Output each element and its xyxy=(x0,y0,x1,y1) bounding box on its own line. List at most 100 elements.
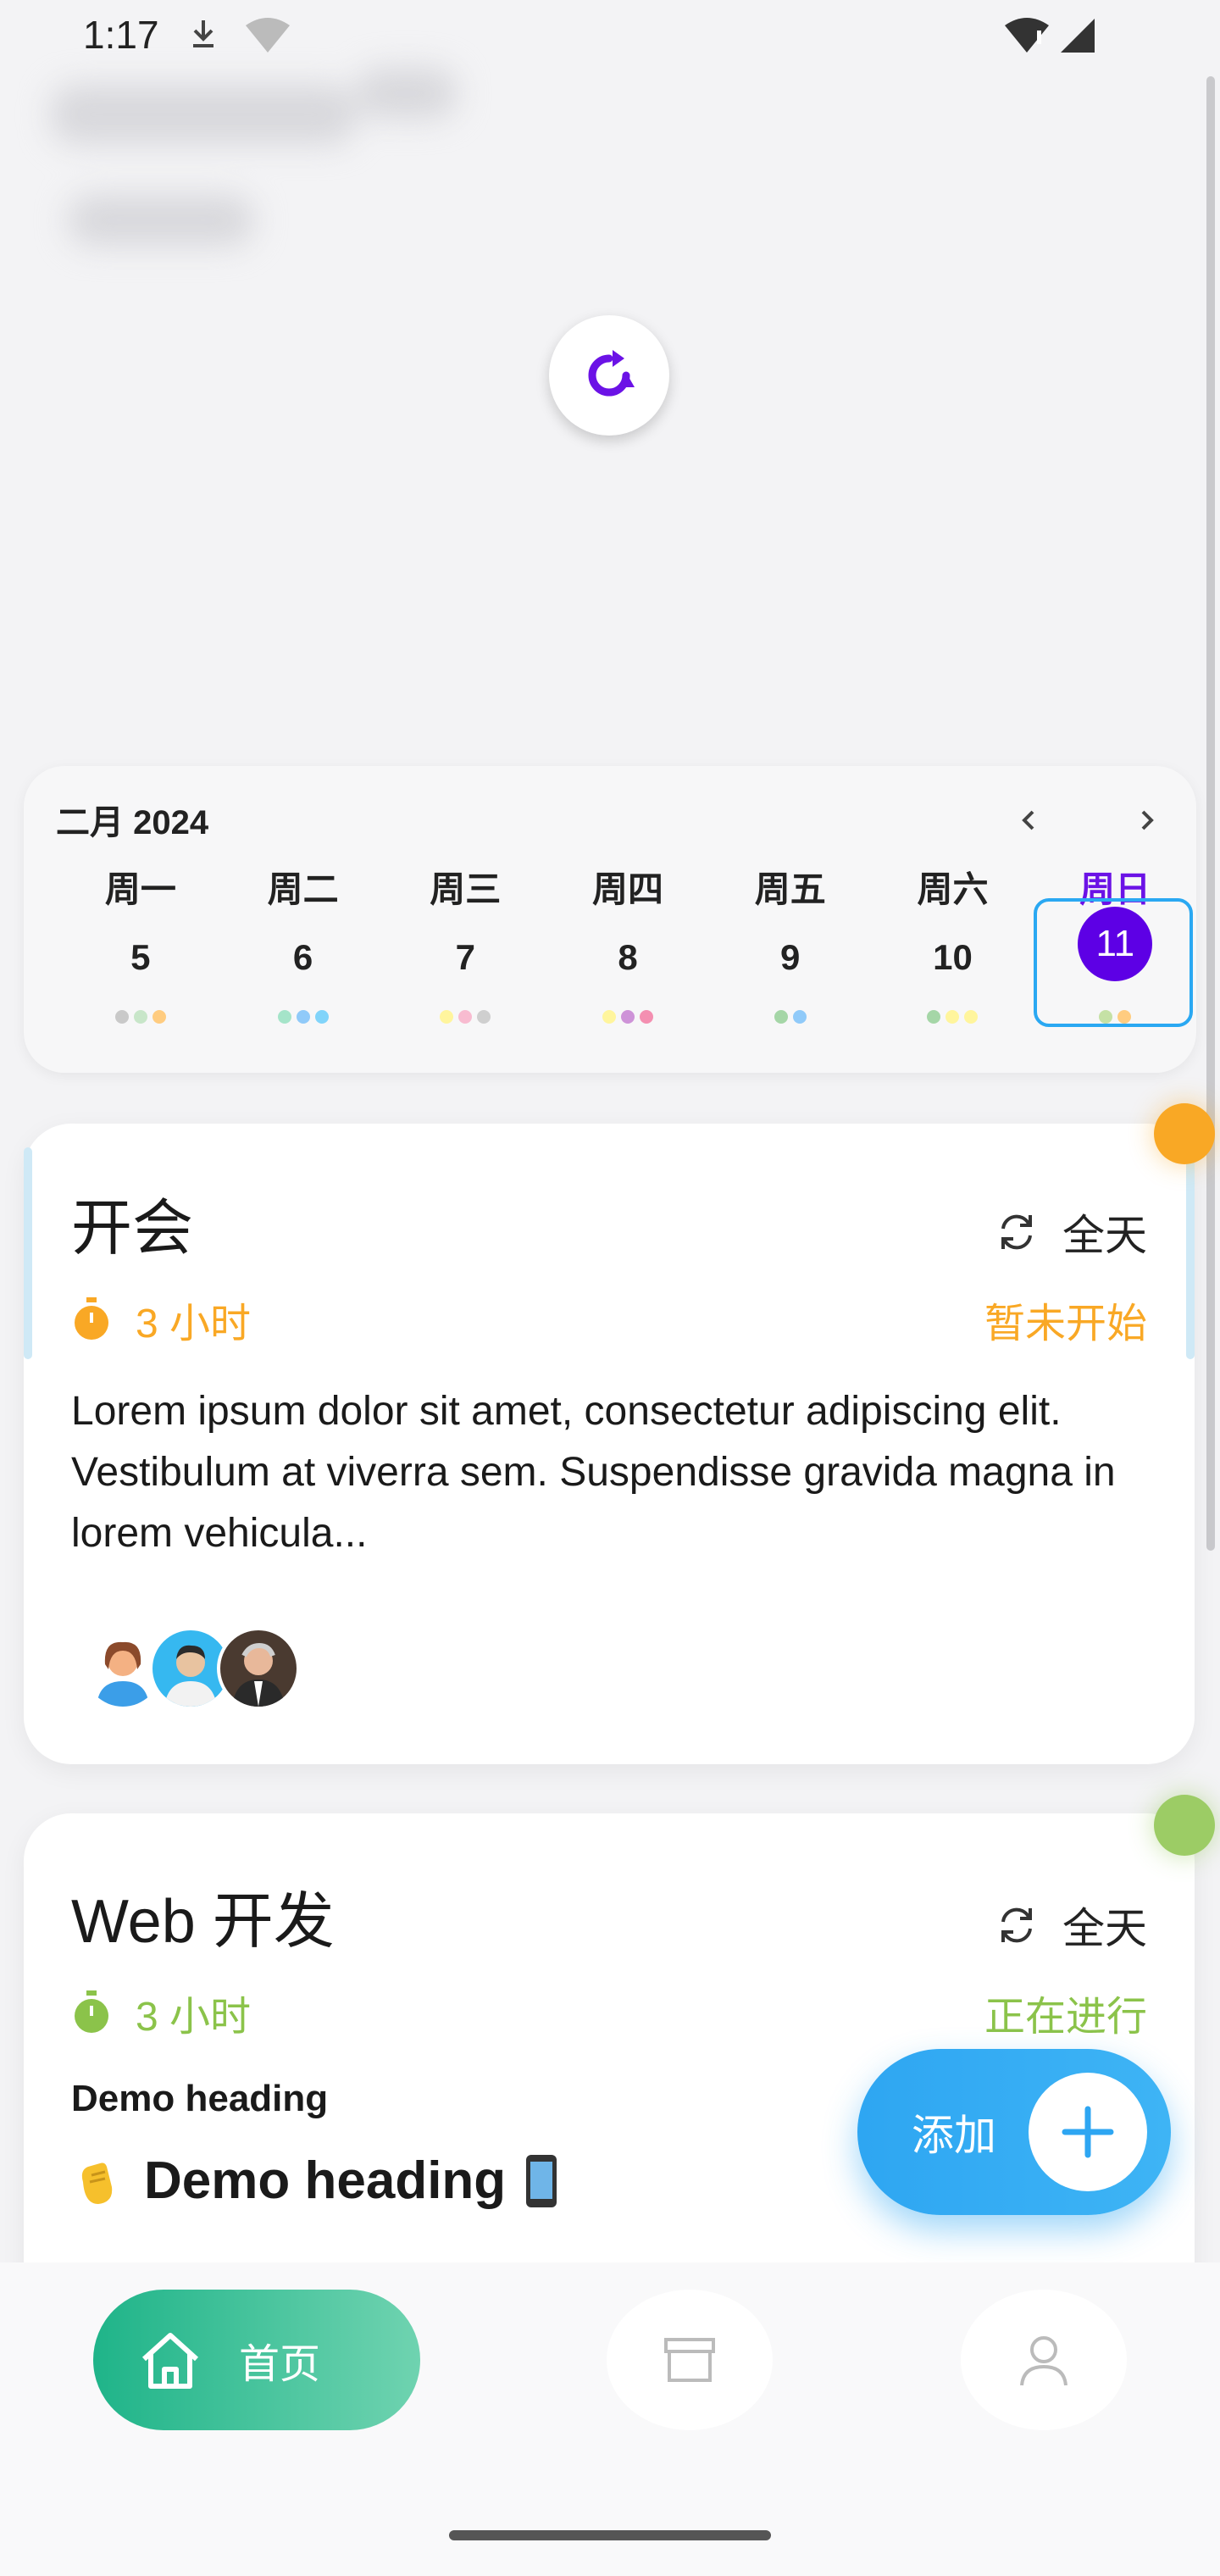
repeat-info: 全天 xyxy=(995,1202,1147,1263)
date-cell[interactable]: 5 xyxy=(59,937,222,1068)
date-number: 9 xyxy=(780,937,801,977)
add-button-label: 添加 xyxy=(912,2112,996,2159)
timer-icon xyxy=(75,1297,108,1340)
date-number: 7 xyxy=(455,937,475,977)
date-number: 10 xyxy=(933,937,973,977)
avatar xyxy=(217,1627,300,1710)
weekday-label: 周四 xyxy=(592,869,664,909)
event-dot xyxy=(477,1010,491,1024)
status-bar: 1:17 xyxy=(0,0,1220,76)
event-dot xyxy=(1117,1010,1132,1024)
participant-avatars[interactable] xyxy=(81,1627,300,1710)
archive-icon xyxy=(664,2338,715,2382)
event-dots xyxy=(546,1010,709,1024)
status-label: 正在进行 xyxy=(984,1995,1147,2040)
duration-label: 3 小时 xyxy=(136,1995,252,2040)
scrollbar[interactable] xyxy=(1206,76,1215,1551)
selected-date-number: 11 xyxy=(1078,907,1153,981)
demo-heading-text: Demo heading xyxy=(144,2151,507,2210)
nav-home-label: 首页 xyxy=(239,2342,321,2387)
week-calendar: 二月 2024 周一 周二 周三 周四 周五 周六 周日 5 6 7 8 9 1… xyxy=(24,766,1196,1073)
weekday-label: 周六 xyxy=(917,869,989,909)
event-description: Lorem ipsum dolor sit amet, consectetur … xyxy=(71,1389,1116,1556)
bottom-navigation: 首页 xyxy=(0,2262,1220,2576)
card-accent xyxy=(1186,1147,1195,1359)
repeat-label: 全天 xyxy=(1062,1212,1147,1259)
wifi-alert-icon xyxy=(1005,18,1049,53)
duration-label: 3 小时 xyxy=(136,1302,252,1346)
weekday-row: 周一 周二 周三 周四 周五 周六 周日 xyxy=(24,861,1196,913)
repeat-label: 全天 xyxy=(1062,1905,1147,1952)
repeat-info: 全天 xyxy=(995,1895,1147,1956)
event-dot xyxy=(114,1010,129,1024)
date-number: 8 xyxy=(618,937,638,977)
weekday-label: 周二 xyxy=(267,869,339,909)
mobile-phone-icon xyxy=(526,2154,557,2207)
status-dot xyxy=(1154,1795,1215,1856)
event-dot xyxy=(792,1010,807,1024)
event-dots xyxy=(59,1010,222,1024)
wifi-off-icon xyxy=(246,18,290,53)
blurred-header xyxy=(51,68,491,271)
calendar-month-label: 二月 2024 xyxy=(56,804,209,841)
weekday-label: 周三 xyxy=(430,869,502,909)
event-card[interactable]: 开会 全天 3 小时 暂未开始 Lorem ipsum dolor sit am… xyxy=(24,1124,1195,1764)
weekday-label: 周一 xyxy=(104,869,176,909)
download-icon xyxy=(193,20,214,47)
home-indicator[interactable] xyxy=(449,2530,771,2540)
status-label: 暂未开始 xyxy=(984,1302,1147,1346)
event-dot xyxy=(927,1010,941,1024)
signal-icon xyxy=(1061,19,1095,53)
timer-icon xyxy=(75,1990,108,2033)
weekday-label: 周五 xyxy=(754,869,826,909)
repeat-icon xyxy=(1001,1907,1032,1943)
refresh-button[interactable] xyxy=(549,315,669,436)
event-dot xyxy=(314,1010,329,1024)
date-number: 6 xyxy=(292,937,313,977)
date-cell[interactable]: 9 xyxy=(709,937,872,1068)
next-week-button[interactable] xyxy=(1122,795,1173,846)
event-dot xyxy=(964,1010,979,1024)
event-dot xyxy=(640,1010,654,1024)
date-cell[interactable]: 7 xyxy=(384,937,546,1068)
demo-heading-large: Demo heading xyxy=(71,2151,560,2211)
date-cell[interactable]: 8 xyxy=(546,937,709,1068)
user-icon xyxy=(1020,2336,1068,2386)
event-dots xyxy=(384,1010,546,1024)
event-dot xyxy=(277,1010,291,1024)
event-title: Web 开发 xyxy=(71,1888,335,1956)
date-number: 5 xyxy=(130,937,151,977)
event-dot xyxy=(946,1010,960,1024)
event-dots xyxy=(1034,1010,1196,1024)
event-dot xyxy=(774,1010,788,1024)
event-dot xyxy=(1099,1010,1113,1024)
repeat-icon xyxy=(1001,1214,1032,1250)
prev-week-button[interactable] xyxy=(1003,795,1054,846)
event-dots xyxy=(222,1010,385,1024)
event-dot xyxy=(133,1010,147,1024)
event-dot xyxy=(458,1010,473,1024)
duration-info: 3 小时 xyxy=(71,1983,251,2042)
event-dot xyxy=(440,1010,454,1024)
status-dot xyxy=(1154,1103,1215,1164)
date-cell[interactable]: 6 xyxy=(222,937,385,1068)
event-dots xyxy=(709,1010,872,1024)
event-dot xyxy=(152,1010,166,1024)
nav-archive-button[interactable] xyxy=(607,2290,773,2430)
event-dot xyxy=(621,1010,635,1024)
card-accent xyxy=(24,1147,32,1359)
add-button[interactable]: 添加 xyxy=(857,2049,1171,2215)
clapping-hands-icon xyxy=(81,2162,113,2204)
event-dot xyxy=(296,1010,310,1024)
home-icon xyxy=(141,2333,199,2389)
date-cell[interactable]: 10 xyxy=(872,937,1034,1068)
duration-info: 3 小时 xyxy=(71,1290,251,1349)
event-dots xyxy=(872,1010,1034,1024)
nav-profile-button[interactable] xyxy=(961,2290,1127,2430)
demo-heading-small: Demo heading xyxy=(71,2078,329,2119)
status-time: 1:17 xyxy=(83,13,159,57)
chevron-right-icon xyxy=(1141,810,1154,830)
date-row: 5 6 7 8 9 10 11 xyxy=(24,898,1196,1068)
nav-home-button[interactable]: 首页 xyxy=(93,2290,420,2430)
date-cell-selected[interactable]: 11 xyxy=(1034,898,1196,1068)
